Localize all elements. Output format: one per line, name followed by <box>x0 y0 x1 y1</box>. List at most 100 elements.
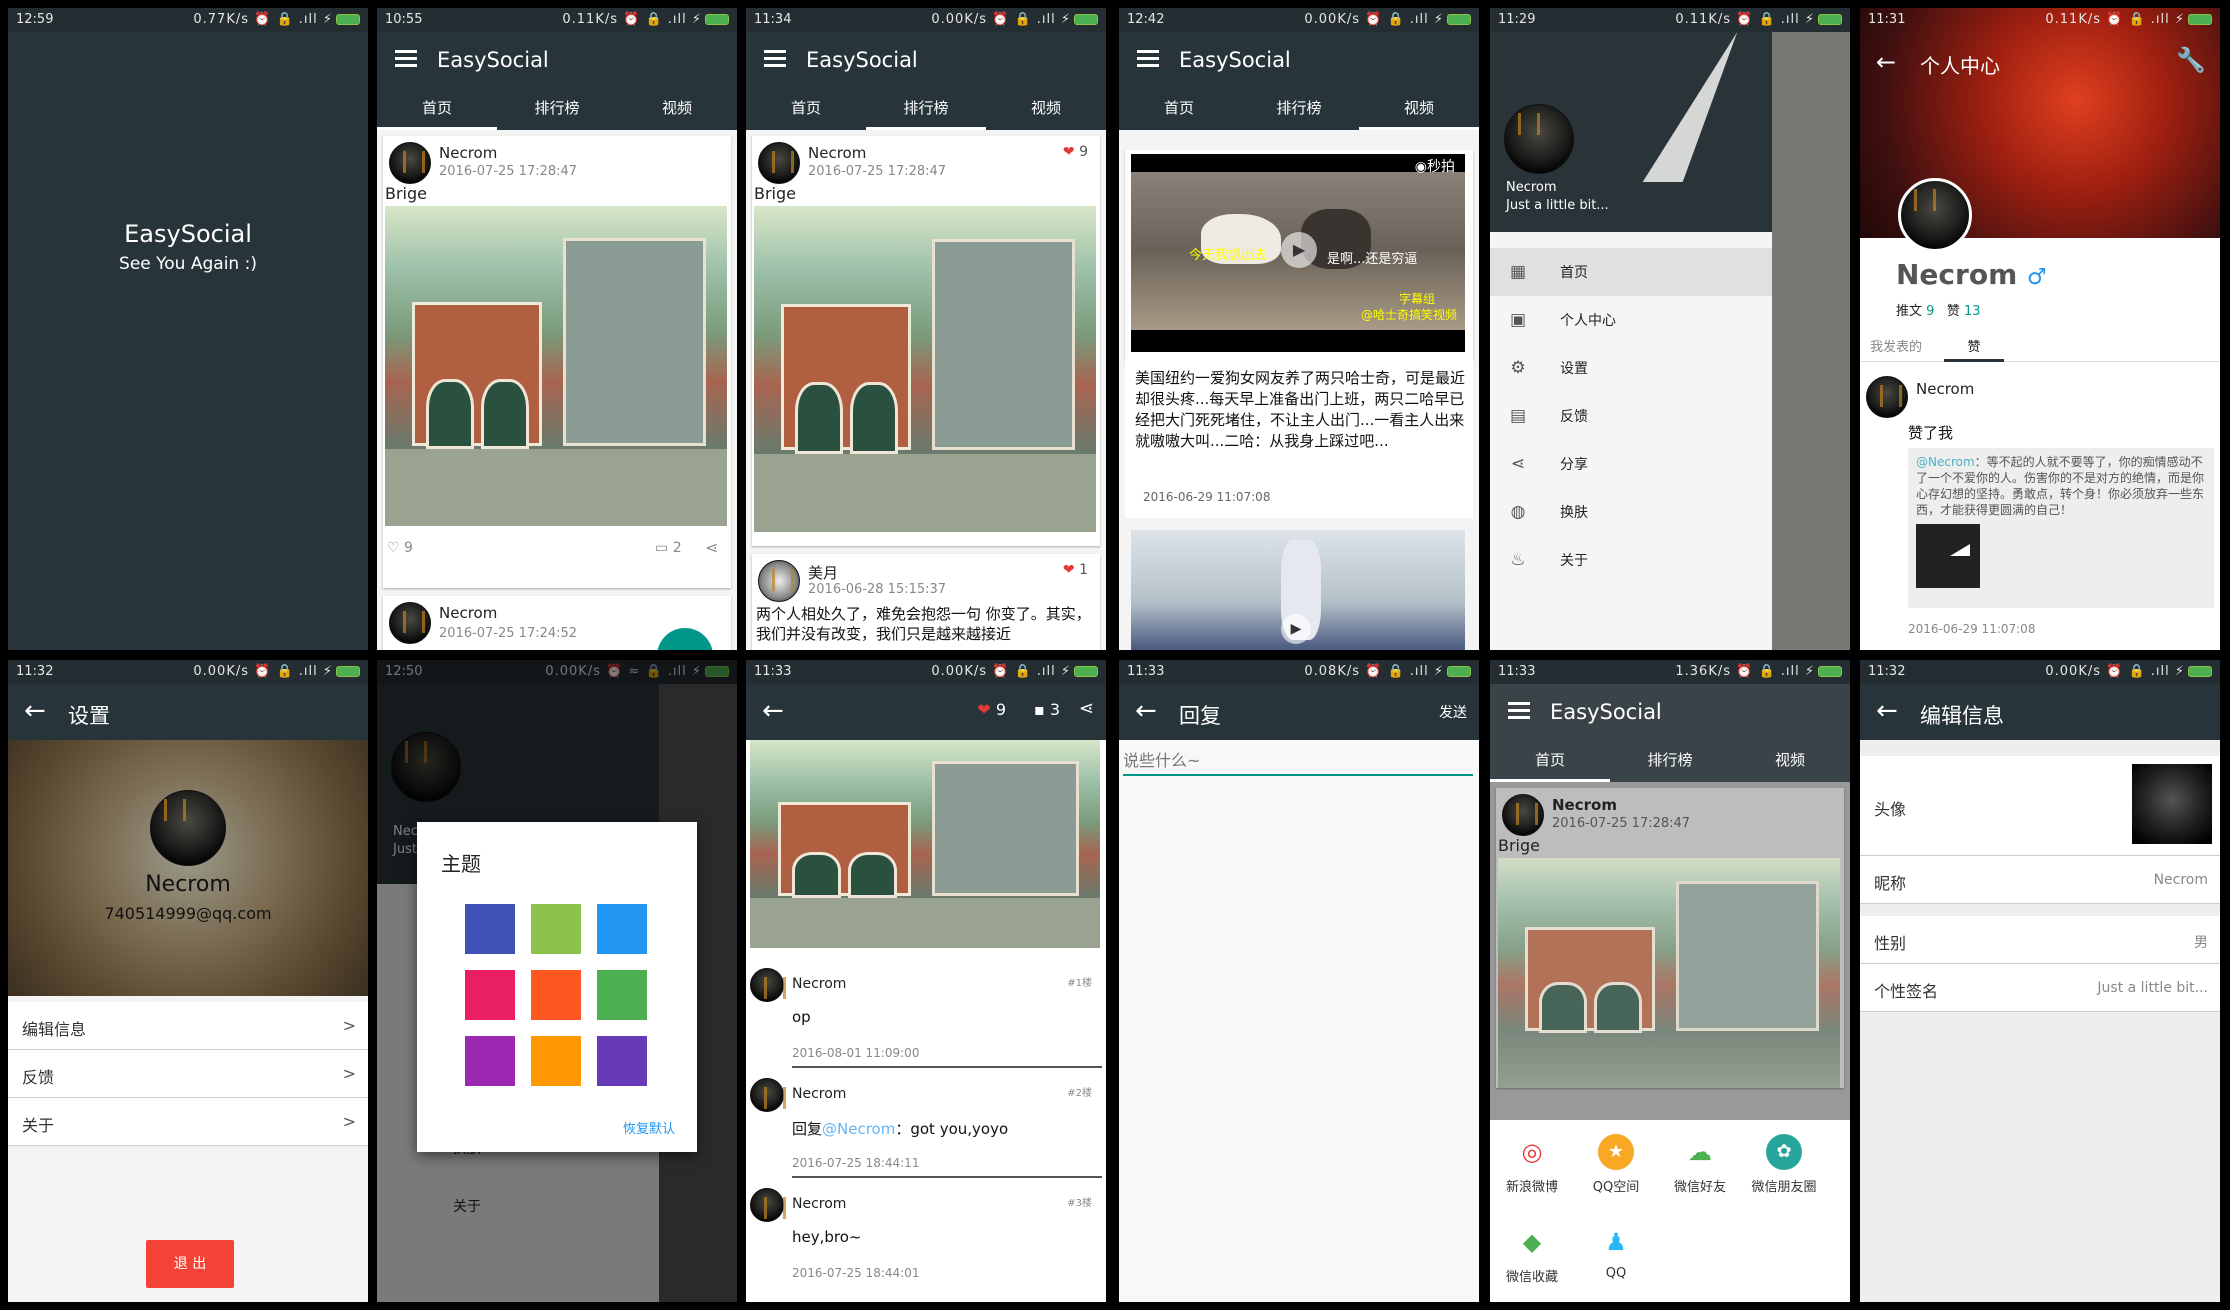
color-swatch[interactable] <box>597 1036 647 1086</box>
avatar[interactable] <box>1504 104 1574 174</box>
post-author[interactable]: 美月 <box>808 562 838 583</box>
color-swatch[interactable] <box>465 970 515 1020</box>
reply-input[interactable] <box>1123 746 1473 776</box>
drawer-item-profile[interactable]: ▣ 个人中心 <box>1490 296 1772 344</box>
avatar[interactable] <box>750 968 786 1002</box>
share-icon[interactable]: ⋖ <box>705 538 718 557</box>
comment-item[interactable]: Necrom #3楼 hey,bro~ 2016-07-25 18:44:01 <box>746 1184 1106 1294</box>
menu-icon[interactable] <box>1135 46 1161 72</box>
comment-item[interactable]: Necrom #1楼 op 2016-08-01 11:09:00 <box>746 964 1106 1074</box>
video-player[interactable]: ◉秒拍 ▶ 今天我想出去 是啊...还是穷逼 字幕组 @哈士奇搞笑视频 <box>1131 154 1465 352</box>
tab-video[interactable]: 视频 <box>617 88 737 130</box>
wrench-icon[interactable]: 🔧 <box>2176 46 2206 74</box>
logout-button[interactable]: 退 出 <box>146 1240 234 1288</box>
avatar[interactable] <box>758 560 800 602</box>
post-author[interactable]: Necrom <box>439 604 497 622</box>
avatar[interactable] <box>150 790 226 866</box>
post-card[interactable]: Necrom 2016-07-25 17:28:47 Brige <box>1496 788 1844 1088</box>
post-card[interactable]: 美月 2016-06-28 15:15:37 ❤ 1 两个人相处久了，难免会抱怨… <box>752 554 1100 650</box>
drawer-item-settings[interactable]: ⚙ 设置 <box>1490 344 1772 392</box>
post-author[interactable]: Necrom <box>1552 796 1617 814</box>
post-image[interactable] <box>385 206 727 526</box>
color-swatch[interactable] <box>531 1036 581 1086</box>
back-arrow-icon[interactable]: ← <box>762 696 784 726</box>
share-weibo[interactable]: ◎ 新浪微博 <box>1490 1120 1574 1210</box>
tab-likes[interactable]: 赞 <box>1944 336 2004 362</box>
comment-button[interactable]: ▭ 2 <box>655 540 682 556</box>
avatar[interactable] <box>389 142 431 184</box>
tab-video[interactable]: 视频 <box>986 88 1106 130</box>
post-author[interactable]: Necrom <box>808 144 866 162</box>
tab-my-posts[interactable]: 我发表的 <box>1870 336 1922 355</box>
post-image[interactable] <box>750 740 1100 948</box>
edit-row-signature[interactable]: 个性签名 Just a little bit... <box>1860 964 2220 1012</box>
share-icon[interactable]: ⋖ <box>1079 698 1094 719</box>
tab-video[interactable]: 视频 <box>1730 740 1850 782</box>
back-arrow-icon[interactable]: ← <box>1876 696 1898 726</box>
video-card[interactable]: ◉秒拍 ▶ 今天我想出去 是啊...还是穷逼 字幕组 @哈士奇搞笑视频 <box>1125 150 1473 360</box>
settings-row-edit-info[interactable]: 编辑信息 > <box>8 1002 368 1050</box>
send-button[interactable]: 发送 <box>1439 702 1467 722</box>
edit-row-gender[interactable]: 性别男 <box>1860 916 2220 964</box>
settings-row-feedback[interactable]: 反馈 > <box>8 1050 368 1098</box>
tab-video[interactable]: 视频 <box>1359 88 1479 130</box>
color-swatch[interactable] <box>531 904 581 954</box>
avatar[interactable] <box>1502 794 1544 836</box>
play-icon[interactable]: ▶ <box>1281 232 1317 268</box>
tab-home[interactable]: 首页 <box>746 88 866 130</box>
share-wechat-moments[interactable]: ✿ 微信朋友圈 <box>1742 1120 1826 1210</box>
settings-row-about[interactable]: 关于 > <box>8 1098 368 1146</box>
play-icon[interactable]: ▶ <box>1281 614 1311 644</box>
avatar[interactable] <box>389 602 431 644</box>
drawer-item-about[interactable]: ♨ 关于 <box>1490 536 1772 584</box>
color-swatch[interactable] <box>531 970 581 1020</box>
color-swatch[interactable] <box>465 904 515 954</box>
avatar[interactable] <box>750 1078 786 1112</box>
like-notification[interactable]: Necrom 赞了我 @Necrom：等不起的人就不要等了，你的痴情感动不了一个… <box>1860 368 2220 650</box>
avatar[interactable] <box>750 1188 786 1222</box>
color-swatch[interactable] <box>465 1036 515 1086</box>
tab-ranking[interactable]: 排行榜 <box>1610 740 1730 782</box>
share-qzone[interactable]: ★ QQ空间 <box>1574 1120 1658 1210</box>
share-wechat-favorite[interactable]: ◆ 微信收藏 <box>1490 1210 1574 1300</box>
color-swatch[interactable] <box>597 904 647 954</box>
avatar[interactable] <box>1898 178 1972 252</box>
tab-home[interactable]: 首页 <box>1119 88 1239 130</box>
menu-icon[interactable] <box>1506 698 1532 724</box>
back-arrow-icon[interactable]: ← <box>1876 48 1896 76</box>
post-image[interactable] <box>1498 858 1840 1088</box>
like-count[interactable]: ❤ 9 <box>1063 144 1088 160</box>
tab-ranking[interactable]: 排行榜 <box>866 88 986 130</box>
menu-icon[interactable] <box>762 46 788 72</box>
tab-ranking[interactable]: 排行榜 <box>497 88 617 130</box>
avatar[interactable] <box>1866 376 1908 418</box>
avatar[interactable] <box>2132 764 2212 844</box>
tab-home[interactable]: 首页 <box>377 88 497 130</box>
like-button[interactable]: ♡ 9 <box>387 540 413 556</box>
post-image[interactable] <box>754 206 1096 532</box>
menu-icon[interactable] <box>393 46 419 72</box>
post-author[interactable]: Necrom <box>439 144 497 162</box>
tab-ranking[interactable]: 排行榜 <box>1239 88 1359 130</box>
comment-count[interactable]: ▪ 3 <box>1034 700 1060 719</box>
reset-default-button[interactable]: 恢复默认 <box>623 1118 675 1137</box>
like-count[interactable]: ❤ 1 <box>1063 562 1088 578</box>
quoted-post[interactable]: @Necrom：等不起的人就不要等了，你的痴情感动不了一个不爱你的人。伤害你的不… <box>1908 448 2214 608</box>
post-card[interactable]: Necrom 2016-07-25 17:28:47 ❤ 9 Brige <box>752 136 1100 546</box>
edit-row-nickname[interactable]: 昵称 Necrom <box>1860 856 2220 904</box>
dimmed-content[interactable] <box>1772 32 1850 650</box>
drawer-item-home[interactable]: ▦ 首页 <box>1490 248 1772 296</box>
tab-home[interactable]: 首页 <box>1490 740 1610 782</box>
share-wechat-friend[interactable]: ☁ 微信好友 <box>1658 1120 1742 1210</box>
post-card[interactable]: Necrom 2016-07-25 17:28:47 Brige ♡ 9 ▭ 2… <box>383 136 731 588</box>
drawer-item-theme[interactable]: ◍ 换肤 <box>1490 488 1772 536</box>
color-swatch[interactable] <box>597 970 647 1020</box>
share-qq[interactable]: ♟ QQ <box>1574 1210 1658 1300</box>
back-arrow-icon[interactable]: ← <box>1135 696 1157 726</box>
avatar[interactable] <box>758 142 800 184</box>
drawer-item-feedback[interactable]: ▤ 反馈 <box>1490 392 1772 440</box>
comment-item[interactable]: Necrom #2楼 回复@Necrom：got you,yoyo 2016-07… <box>746 1074 1106 1184</box>
video-player[interactable]: ▶ <box>1131 530 1465 650</box>
edit-row-avatar[interactable]: 头像 <box>1860 756 2220 856</box>
back-arrow-icon[interactable]: ← <box>24 696 46 726</box>
